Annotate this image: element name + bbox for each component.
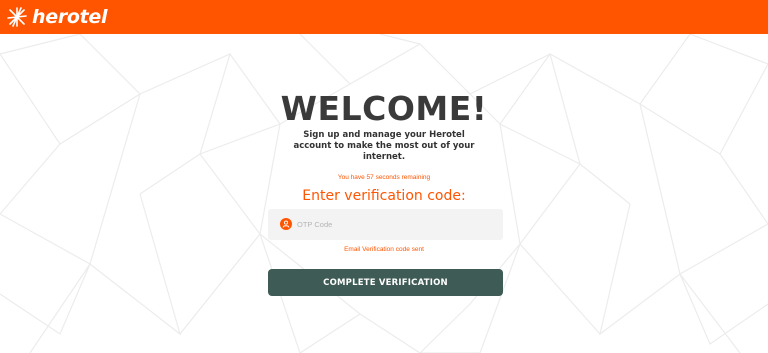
herotel-star-icon (7, 7, 27, 27)
top-bar: herotel (0, 0, 768, 34)
verification-panel: WELCOME! Sign up and manage your Herotel… (0, 34, 768, 353)
countdown-text: You have 57 seconds remaining (337, 174, 431, 181)
page-subtitle: Sign up and manage your Herotel account … (293, 130, 475, 162)
status-message: Email Verification code sent (344, 246, 424, 253)
otp-field[interactable] (268, 209, 503, 240)
logo-text: herotel (32, 6, 108, 28)
page-title: WELCOME! (280, 89, 488, 128)
otp-code-input[interactable] (297, 209, 497, 240)
user-icon (280, 218, 292, 230)
complete-verification-button[interactable]: COMPLETE VERIFICATION (268, 269, 503, 296)
logo[interactable]: herotel (6, 5, 108, 29)
verification-prompt: Enter verification code: (302, 188, 466, 204)
